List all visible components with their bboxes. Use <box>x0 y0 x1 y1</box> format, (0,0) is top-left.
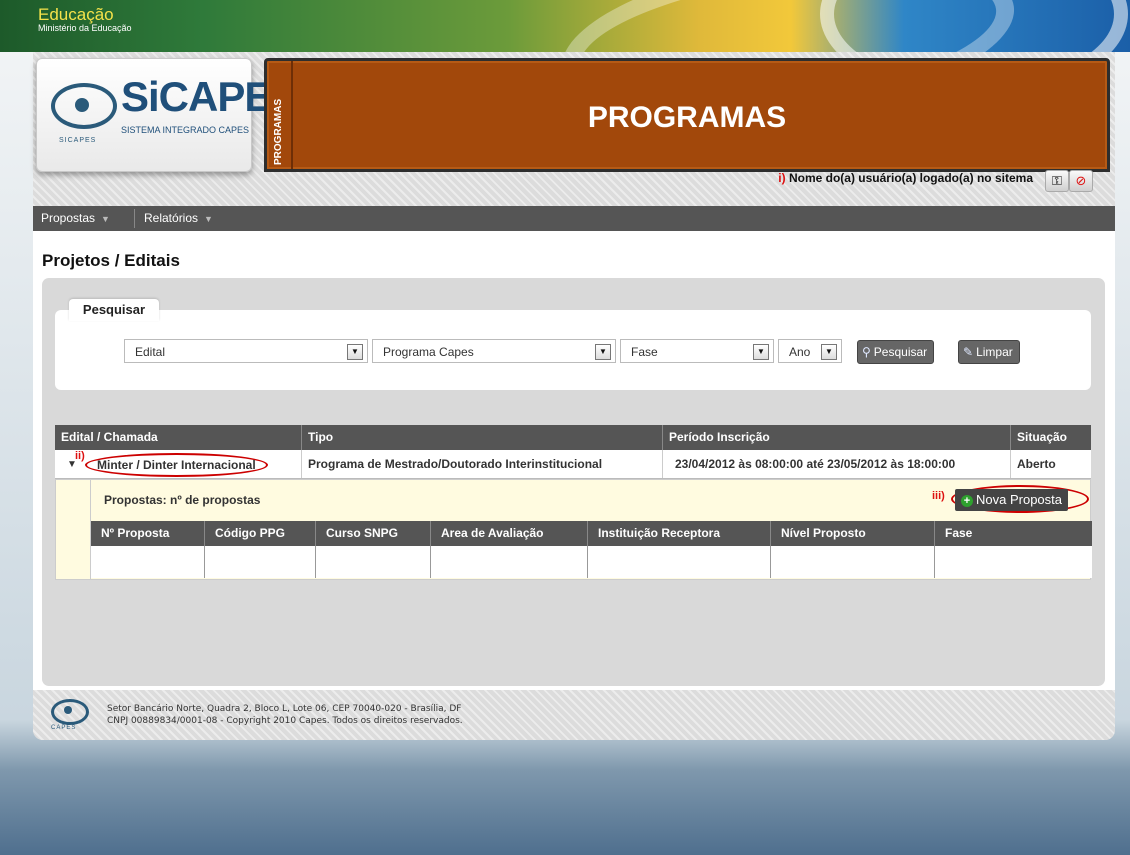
module-banner: PROGRAMAS PROGRAMAS <box>264 58 1110 172</box>
main-menu: Propostas ▼ Relatórios ▼ <box>33 206 1115 231</box>
menu-separator <box>134 209 135 228</box>
propostas-area: Propostas: nº de propostas iii) + Nova Pr… <box>55 479 1092 580</box>
col-curso-snpg: Curso SNPG <box>316 521 431 546</box>
programa-select[interactable]: Programa Capes ▼ <box>372 339 616 363</box>
annotation-marker-iii: iii) <box>932 490 945 502</box>
dropdown-arrow-icon[interactable]: ▼ <box>595 344 611 360</box>
gov-subtitle: Ministério da Educação <box>38 23 132 33</box>
main-frame: SICAPES SiCAPES SISTEMA INTEGRADO CAPES … <box>33 52 1115 740</box>
empty-cell <box>771 546 935 578</box>
col-area-avaliacao: Area de Avaliação <box>431 521 588 546</box>
logout-button[interactable]: ⊘ <box>1069 170 1093 192</box>
logged-user-line: i) Nome do(a) usuário(a) logado(a) no si… <box>733 171 1033 185</box>
dropdown-arrow-icon[interactable]: ▼ <box>347 344 363 360</box>
footer-line2: CNPJ 00889834/0001-08 - Copyright 2010 C… <box>107 716 463 726</box>
cell-edital: ▼ ii) Minter / Dinter Internacional <box>55 450 302 478</box>
fase-select-value: Fase <box>631 345 658 359</box>
empty-cell <box>205 546 316 578</box>
col-numero-proposta: Nº Proposta <box>91 521 205 546</box>
col-fase: Fase <box>945 526 973 540</box>
footer-line1: Setor Bancário Norte, Quadra 2, Bloco L,… <box>107 704 462 714</box>
logo-small-text: SICAPES <box>59 137 97 144</box>
magnifier-icon: ⚲ <box>862 345 871 359</box>
annotation-marker-ii: ii) <box>75 450 85 462</box>
header: SICAPES SiCAPES SISTEMA INTEGRADO CAPES … <box>33 52 1115 206</box>
cell-tipo: Programa de Mestrado/Doutorado Interinst… <box>302 450 663 478</box>
propostas-indent <box>56 480 91 579</box>
decorative-swoosh <box>820 0 1128 52</box>
logged-user-name: Nome do(a) usuário(a) logado(a) no sitem… <box>788 171 1033 185</box>
footer-address: Setor Bancário Norte, Quadra 2, Bloco L,… <box>107 703 463 727</box>
search-tab: Pesquisar <box>69 299 159 321</box>
page-title: Projetos / Editais <box>42 251 180 270</box>
propostas-table-header: Nº Proposta Código PPG Curso SNPG Area d… <box>91 521 1092 546</box>
propostas-label: Propostas: <box>104 493 167 507</box>
empty-cell <box>316 546 431 578</box>
col-situacao: Situação <box>1017 430 1068 444</box>
edital-select-value: Edital <box>135 345 166 359</box>
col-periodo-inscricao: Período Inscrição <box>663 425 1011 450</box>
empty-cell <box>431 546 588 578</box>
key-icon: ⚿ <box>1052 173 1062 188</box>
menu-propostas[interactable]: Propostas ▼ <box>33 206 118 231</box>
footer-logo-text: CAPES <box>51 725 77 731</box>
results-table-header: Edital / Chamada Tipo Período Inscrição … <box>55 425 1091 450</box>
col-nivel-proposto: Nível Proposto <box>771 521 935 546</box>
caret-down-icon: ▼ <box>204 214 213 224</box>
menu-relatorios[interactable]: Relatórios ▼ <box>136 206 221 231</box>
cell-periodo: 23/04/2012 às 08:00:00 até 23/05/2012 às… <box>663 450 1011 478</box>
nova-proposta-label: Nova Proposta <box>976 492 1062 507</box>
empty-cell <box>935 546 1092 578</box>
propostas-count: nº de propostas <box>170 493 261 507</box>
col-tipo: Tipo <box>302 425 663 450</box>
capes-logo-icon <box>51 83 117 129</box>
edital-name[interactable]: Minter / Dinter Internacional <box>85 453 268 477</box>
col-instituicao-receptora: Instituição Receptora <box>588 521 771 546</box>
propostas-count-label: Propostas: nº de propostas <box>104 493 260 507</box>
eraser-icon: ✎ <box>963 345 974 359</box>
empty-cell <box>588 546 771 578</box>
empty-cell <box>91 546 205 578</box>
menu-item-label: Relatórios <box>144 211 199 225</box>
fase-select[interactable]: Fase ▼ <box>620 339 774 363</box>
logo-subtitle: SISTEMA INTEGRADO CAPES <box>121 125 250 135</box>
footer: CAPES Setor Bancário Norte, Quadra 2, Bl… <box>33 690 1115 740</box>
edital-select[interactable]: Edital ▼ <box>124 339 368 363</box>
cell-situacao: Aberto <box>1017 457 1056 471</box>
plus-icon: + <box>961 495 973 507</box>
nova-proposta-button[interactable]: + Nova Proposta <box>955 489 1068 511</box>
search-button-label: Pesquisar <box>873 345 928 359</box>
change-password-button[interactable]: ⚿ <box>1045 170 1069 192</box>
gov-top-bar: Educação Ministério da Educação <box>0 0 1130 52</box>
ano-select-value: Ano <box>789 345 811 359</box>
propostas-empty-row <box>91 546 1092 578</box>
clear-button[interactable]: ✎ Limpar <box>958 340 1020 364</box>
col-codigo-ppg: Código PPG <box>205 521 316 546</box>
dropdown-arrow-icon[interactable]: ▼ <box>753 344 769 360</box>
caret-down-icon: ▼ <box>101 214 110 224</box>
gov-title[interactable]: Educação <box>38 6 114 23</box>
ano-select[interactable]: Ano ▼ <box>778 339 842 363</box>
banner-title: PROGRAMAS <box>587 101 787 134</box>
dropdown-arrow-icon[interactable]: ▼ <box>821 344 837 360</box>
search-button[interactable]: ⚲ Pesquisar <box>857 340 935 364</box>
col-edital-chamada: Edital / Chamada <box>55 425 302 450</box>
programa-select-value: Programa Capes <box>383 345 474 359</box>
table-row[interactable]: ▼ ii) Minter / Dinter Internacional Prog… <box>55 450 1091 479</box>
sicapes-logo[interactable]: SICAPES SiCAPES SISTEMA INTEGRADO CAPES <box>36 58 299 172</box>
menu-item-label: Propostas <box>41 211 96 225</box>
annotation-marker-i: i) <box>778 171 786 185</box>
clear-button-label: Limpar <box>976 345 1013 359</box>
logout-icon: ⊘ <box>1075 173 1087 188</box>
capes-logo-icon <box>51 699 89 725</box>
